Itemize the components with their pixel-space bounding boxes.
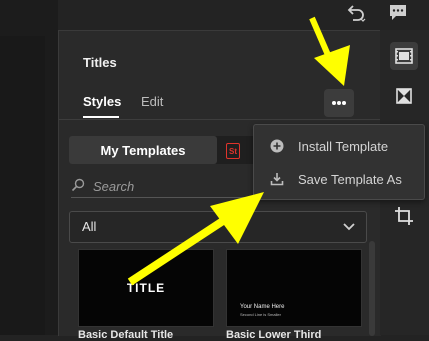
- menu-item-save-template-as[interactable]: Save Template As: [254, 164, 424, 196]
- transition-icon[interactable]: [390, 82, 418, 110]
- crop-icon[interactable]: [390, 202, 418, 230]
- menu-item-install-template[interactable]: Install Template: [254, 131, 424, 163]
- panel-title: Titles: [83, 55, 117, 70]
- more-horizontal-icon: [332, 101, 336, 105]
- filter-selected-value: All: [82, 219, 97, 234]
- film-icon[interactable]: [390, 42, 418, 70]
- panel-scrollbar[interactable]: [369, 241, 375, 336]
- top-bar: [58, 0, 429, 30]
- thumbnail-name-text: Your Name Here: [240, 304, 285, 310]
- template-caption: Basic Lower Third: [226, 329, 322, 341]
- left-panel-background: [0, 36, 45, 335]
- template-caption: Basic Default Title: [78, 329, 174, 341]
- download-icon: [270, 173, 284, 186]
- template-thumbnail-default-title[interactable]: TITLE: [78, 249, 214, 327]
- comment-icon[interactable]: [388, 3, 408, 23]
- menu-item-label: Install Template: [298, 139, 389, 154]
- menu-item-label: Save Template As: [298, 172, 402, 187]
- more-dot: [337, 101, 341, 105]
- more-dot: [342, 101, 346, 105]
- tabs-divider: [59, 119, 381, 120]
- thumbnail-title-text: TITLE: [126, 281, 166, 295]
- plus-circle-icon: [270, 139, 284, 153]
- chevron-down-icon: [343, 223, 355, 231]
- search-icon: [71, 178, 85, 192]
- more-options-menu: Install Template Save Template As: [253, 124, 425, 200]
- tab-styles[interactable]: Styles: [83, 94, 121, 109]
- left-panel-edge: [0, 0, 58, 335]
- thumbnail-subline-text: Second Line is Smaller: [240, 312, 281, 317]
- my-templates-button[interactable]: My Templates: [69, 136, 217, 164]
- stock-badge-icon[interactable]: St: [226, 143, 240, 159]
- tab-edit[interactable]: Edit: [141, 94, 163, 109]
- active-tab-indicator: [83, 116, 119, 118]
- more-options-button[interactable]: [324, 89, 354, 117]
- filter-dropdown[interactable]: All: [69, 211, 367, 243]
- undo-icon[interactable]: [344, 3, 366, 23]
- template-thumbnail-lower-third[interactable]: Your Name Here Second Line is Smaller: [226, 249, 362, 327]
